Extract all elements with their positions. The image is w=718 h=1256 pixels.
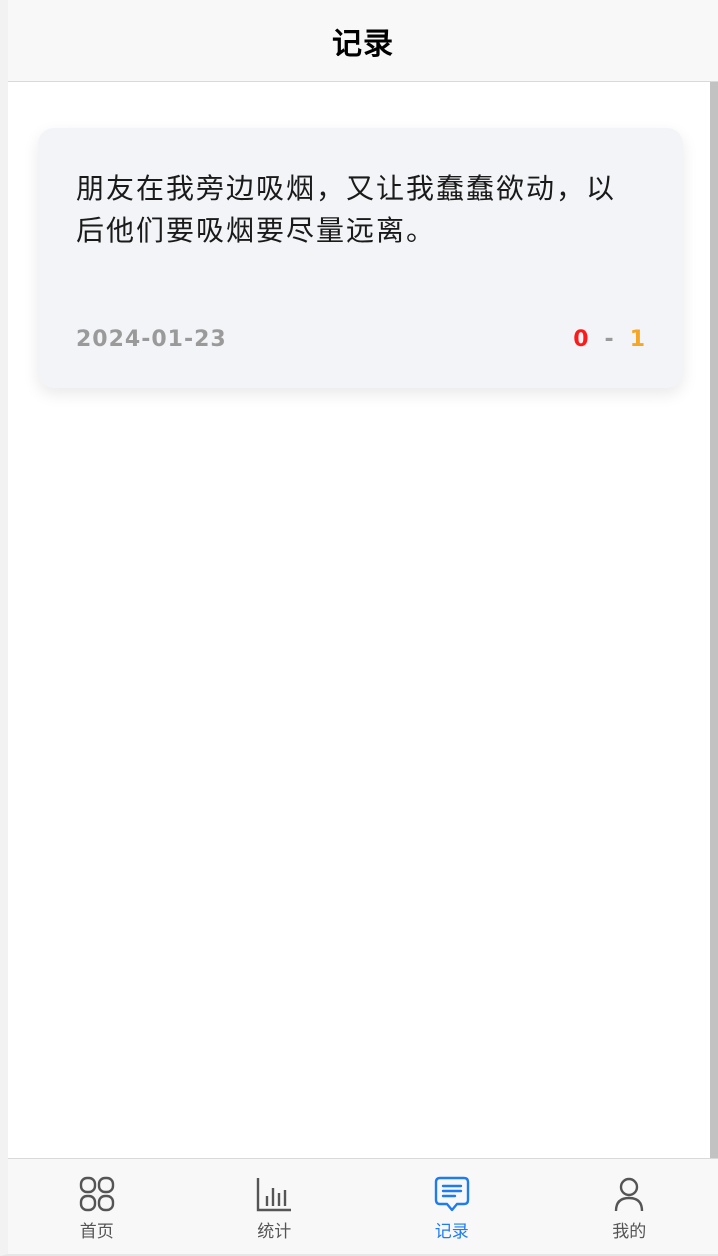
app-root: 记录 朋友在我旁边吸烟，又让我蠢蠢欲动，以后他们要吸烟要尽量远离。 2024-0… — [0, 0, 718, 1256]
page-title: 记录 — [332, 26, 394, 62]
tab-home-label: 首页 — [79, 1222, 114, 1242]
navigation-bar: 记录 — [8, 0, 718, 82]
bar-chart-icon — [257, 1178, 292, 1212]
tab-mine[interactable]: 我的 — [541, 1159, 718, 1254]
record-score: 0 - 1 — [573, 327, 645, 352]
tab-stats[interactable]: 统计 — [186, 1159, 364, 1254]
tab-bar: 首页 统计 记录 我的 — [8, 1158, 718, 1254]
tab-records[interactable]: 记录 — [363, 1159, 541, 1254]
message-icon — [434, 1176, 469, 1212]
record-text: 朋友在我旁边吸烟，又让我蠢蠢欲动，以后他们要吸烟要尽量远离。 — [76, 172, 617, 247]
user-icon — [615, 1177, 644, 1212]
tab-home[interactable]: 首页 — [8, 1159, 186, 1254]
record-date: 2024-01-23 — [76, 327, 227, 352]
record-card[interactable]: 朋友在我旁边吸烟，又让我蠢蠢欲动，以后他们要吸烟要尽量远离。 2024-01-2… — [38, 128, 683, 388]
record-list[interactable]: 朋友在我旁边吸烟，又让我蠢蠢欲动，以后他们要吸烟要尽量远离。 2024-01-2… — [8, 82, 718, 1158]
record-footer: 2024-01-23 0 - 1 — [76, 327, 645, 352]
grid-icon — [79, 1176, 114, 1212]
tab-mine-label: 我的 — [612, 1222, 647, 1242]
tab-stats-label: 统计 — [257, 1222, 292, 1242]
scrollbar[interactable] — [710, 82, 718, 1158]
score-left: 0 — [573, 327, 589, 352]
score-separator: - — [604, 327, 614, 352]
score-right: 1 — [629, 327, 645, 352]
tab-records-label: 记录 — [434, 1222, 469, 1242]
